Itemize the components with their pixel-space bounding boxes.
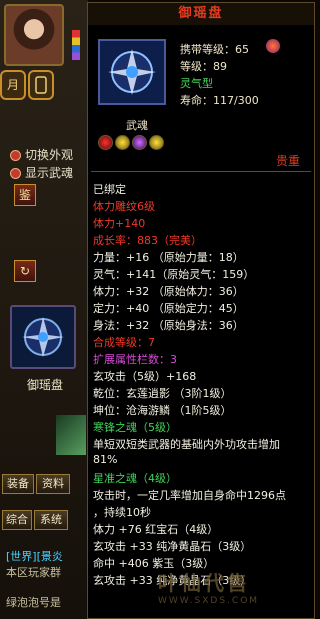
stat-line: 体力+140 (93, 217, 146, 230)
stat-line: 灵气：+141（原始灵气：159） (93, 268, 255, 281)
tooltip-title: 御瑶盘 (88, 3, 314, 25)
stat-line: 身法：+32 （原始身法：36） (93, 319, 244, 332)
stat-line: 成长率：883（完美） (93, 234, 202, 247)
stat-line: 定力：+40 （原始定力：45） (93, 302, 244, 315)
stat-line: ，持续10秒 (93, 506, 151, 519)
stat-line: 体力：+32 （原始体力：36） (93, 285, 244, 298)
phone-icon[interactable] (28, 70, 54, 100)
item-tooltip: 御瑶盘 携带等级：65 等级：89 灵气型 寿命：117/300 武魂 贵重 已… (87, 2, 315, 619)
rarity-label: 贵重 (276, 154, 301, 168)
status-color-bar (72, 30, 80, 60)
soul-label: 武魂 (126, 119, 148, 132)
item-icon (98, 39, 166, 105)
character-panel: 月 切换外观 显示武魂 鉴 ↻ 御瑶盘 装备 资料 综合 系统 [世界][景炎 … (0, 0, 88, 619)
show-soul-option[interactable]: 显示武魂 (10, 164, 73, 181)
stat-line: 体力雕纹6级 (93, 200, 155, 213)
item-type: 灵气型 (180, 77, 213, 90)
tab-equipment[interactable]: 装备 (2, 474, 34, 494)
stat-line: 合成等级：7 (93, 336, 155, 349)
stat-line: 体力 +76 红宝石（4级） (93, 523, 219, 536)
stat-line: 扩展属性栏数：3 (93, 353, 177, 366)
refresh-button[interactable]: ↻ (14, 260, 36, 282)
toggle-appearance-option[interactable]: 切换外观 (10, 146, 73, 163)
divider (91, 171, 311, 172)
stat-line: 81% (93, 453, 118, 466)
watermark-brand: 叶仙代售 (158, 571, 250, 595)
identify-button[interactable]: 鉴 (14, 184, 36, 206)
chat-tab-all[interactable]: 综合 (2, 510, 32, 530)
watermark: 叶仙代售 WWW.SXDS.COM (158, 567, 312, 611)
flame-icon (266, 39, 280, 53)
tab-profile[interactable]: 资料 (36, 474, 70, 494)
yellow-soul-gem-icon (115, 135, 130, 150)
chat-line: 绿泡泡号是 (6, 596, 61, 609)
stat-line: 坤位：沧海游鳞 （1阶5级） (93, 404, 232, 417)
weapon-disc-icon (108, 49, 156, 95)
stat-line: 力量：+16 （原始力量：18） (93, 251, 244, 264)
purple-soul-gem-icon (132, 135, 147, 150)
character-portrait[interactable] (4, 4, 64, 66)
equipped-item-slot[interactable] (10, 305, 76, 369)
chat-channel-text[interactable]: [世界][景炎 (6, 548, 86, 564)
stat-line: 玄攻击 +33 纯净黄晶石（3级） (93, 540, 252, 553)
yellow-soul-gem-icon (149, 135, 164, 150)
equipped-item-name: 御瑶盘 (26, 378, 63, 392)
stat-line: 攻击时，一定几率增加自身命中1296点 (93, 489, 286, 502)
weapon-thumbnail[interactable] (56, 415, 86, 455)
stat-line: 单短双短类武器的基础内外功攻击增加 (93, 438, 280, 451)
show-soul-label: 显示武魂 (25, 166, 74, 180)
weapon-disc-icon (22, 317, 64, 357)
chat-line: 本区玩家群 (6, 566, 61, 579)
carry-level: 携带等级：65 (180, 43, 249, 56)
chat-tab-system[interactable]: 系统 (34, 510, 68, 530)
bound-status: 已绑定 (93, 183, 126, 196)
stat-line: 玄攻击（5级）+168 (93, 370, 197, 383)
month-button[interactable]: 月 (0, 70, 26, 100)
toggle-appearance-label: 切换外观 (25, 148, 74, 162)
stat-line: 乾位：玄莲逍影 （3阶1级） (93, 387, 232, 400)
stat-line: 寒锋之魂（5级） (93, 421, 177, 434)
red-soul-gem-icon (98, 135, 113, 150)
item-life: 寿命：117/300 (180, 94, 259, 107)
item-level: 等级：89 (180, 60, 227, 73)
stat-line: 星准之魂（4级） (93, 472, 177, 485)
watermark-url: WWW.SXDS.COM (158, 596, 260, 606)
radio-icon (10, 150, 21, 161)
radio-icon (10, 168, 21, 179)
